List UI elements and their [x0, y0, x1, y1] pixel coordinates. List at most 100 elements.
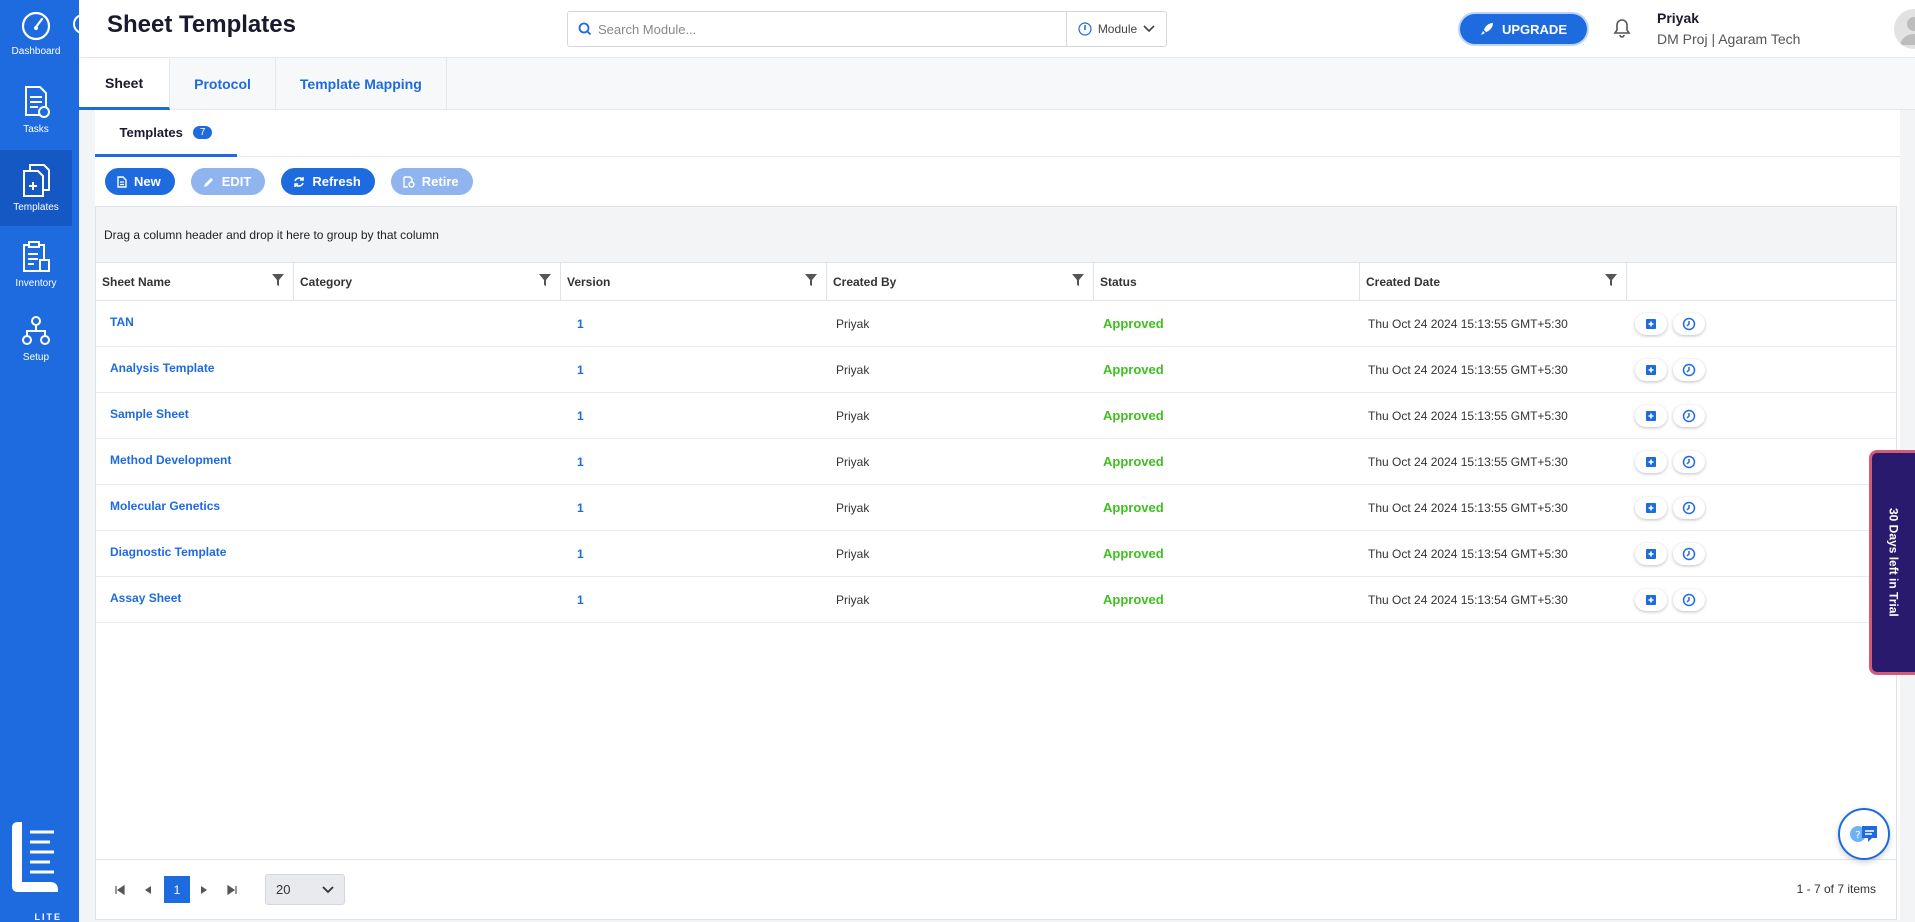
created-date-cell: Thu Oct 24 2024 15:13:54 GMT+5:30 [1368, 592, 1568, 607]
column-header-category[interactable]: Category [294, 263, 561, 301]
page-size-value: 20 [276, 882, 291, 897]
column-header-created-by[interactable]: Created By [827, 263, 1094, 301]
avatar[interactable] [1894, 9, 1915, 49]
tab-protocol[interactable]: Protocol [170, 58, 276, 110]
created-date-cell: Thu Oct 24 2024 15:13:55 GMT+5:30 [1368, 408, 1568, 423]
first-page-icon[interactable] [114, 884, 126, 896]
filter-icon[interactable] [271, 273, 285, 287]
actions-cell [1627, 347, 1887, 393]
trial-banner[interactable]: 30 Days left in Trial [1869, 450, 1915, 675]
sheet-name-link[interactable]: TAN [96, 301, 294, 347]
actions-cell [1627, 301, 1887, 347]
filter-icon[interactable] [1071, 273, 1085, 287]
retire-icon [403, 175, 415, 188]
add-document-icon [1646, 318, 1656, 329]
count-badge: 7 [192, 125, 213, 139]
next-page-icon[interactable] [198, 884, 210, 896]
clipboard-icon [23, 241, 50, 272]
column-header-label: Created By [833, 275, 897, 289]
module-dropdown[interactable]: Module [1066, 12, 1166, 46]
history-icon [1682, 547, 1696, 560]
add-to-sheet-button[interactable] [1635, 312, 1667, 335]
sidebar-item-templates[interactable]: Templates [0, 150, 72, 226]
help-chat-button[interactable]: ? [1838, 808, 1890, 860]
filter-icon[interactable] [804, 273, 818, 287]
tab-templates[interactable]: Templates 7 [95, 110, 237, 157]
column-header-sheet-name[interactable]: Sheet Name [96, 263, 294, 301]
version-cell: 1 [577, 316, 584, 331]
version-cell: 1 [577, 592, 584, 607]
search-input[interactable] [598, 14, 1066, 44]
sidebar-item-dashboard[interactable]: Dashboard [0, 10, 72, 80]
version-history-button[interactable] [1673, 542, 1705, 565]
pager: 1 20 1 - 7 of 7 items [96, 859, 1896, 919]
add-to-sheet-button[interactable] [1635, 358, 1667, 381]
sidebar-item-inventory[interactable]: Inventory [0, 240, 72, 310]
page-size-select[interactable]: 20 [265, 874, 345, 905]
status-cell: Approved [1103, 500, 1164, 515]
sidebar-item-label: Inventory [15, 278, 57, 289]
table-row[interactable]: Diagnostic Template 1 Priyak Approved Thu Oc… [96, 531, 1896, 577]
group-drop-area[interactable]: Drag a column header and drop it here to… [96, 207, 1896, 263]
version-history-button[interactable] [1673, 358, 1705, 381]
new-button[interactable]: New [105, 168, 175, 195]
column-header-status[interactable]: Status [1094, 263, 1360, 301]
version-history-button[interactable] [1673, 450, 1705, 473]
sheet-name-link[interactable]: Diagnostic Template [96, 531, 294, 577]
add-to-sheet-button[interactable] [1635, 542, 1667, 565]
filter-icon[interactable] [1604, 273, 1618, 287]
upgrade-label: UPGRADE [1501, 21, 1567, 37]
document-icon [25, 86, 50, 118]
sidebar-item-label: Setup [22, 352, 50, 363]
version-history-button[interactable] [1673, 588, 1705, 611]
table-row[interactable]: Analysis Template 1 Priyak Approved Thu Oct … [96, 347, 1896, 393]
sheet-name-link[interactable]: Sample Sheet [96, 393, 294, 439]
sidebar-item-tasks[interactable]: Tasks [0, 84, 72, 154]
retire-button[interactable]: Retire [390, 168, 473, 195]
version-history-button[interactable] [1673, 404, 1705, 427]
header: Sheet Templates Module UPGRADE Priyak DM… [79, 0, 1915, 58]
add-to-sheet-button[interactable] [1635, 404, 1667, 427]
search-box: Module [567, 11, 1167, 47]
refresh-icon [294, 176, 305, 187]
column-header-created-date[interactable]: Created Date [1360, 263, 1627, 301]
add-to-sheet-button[interactable] [1635, 588, 1667, 611]
current-page-button[interactable]: 1 [164, 876, 190, 903]
column-header-version[interactable]: Version [561, 263, 827, 301]
table-row[interactable]: Assay Sheet 1 Priyak Approved Thu Oct 24 202… [96, 577, 1896, 623]
sheet-name-link[interactable]: Analysis Template [96, 347, 294, 393]
bell-icon[interactable] [1613, 18, 1631, 38]
version-history-button[interactable] [1673, 496, 1705, 519]
table-row[interactable]: Molecular Genetics 1 Priyak Approved Thu Oct… [96, 485, 1896, 531]
history-icon [1682, 409, 1696, 422]
add-to-sheet-button[interactable] [1635, 496, 1667, 519]
sheet-name-link[interactable]: Method Development [96, 439, 294, 485]
prev-page-icon[interactable] [142, 884, 154, 896]
edit-label: EDIT [221, 174, 252, 189]
add-document-icon [1646, 594, 1656, 605]
created-by-cell: Priyak [836, 500, 870, 515]
svg-text:?: ? [1855, 830, 1860, 841]
sheet-name-link[interactable]: Assay Sheet [96, 577, 294, 623]
table-row[interactable]: Method Development 1 Priyak Approved Thu Oct… [96, 439, 1896, 485]
sidebar-item-setup[interactable]: Setup [0, 314, 72, 384]
table-row[interactable]: Sample Sheet 1 Priyak Approved Thu Oct 24 20… [96, 393, 1896, 439]
tab-template-mapping[interactable]: Template Mapping [276, 58, 447, 110]
retire-label: Retire [421, 174, 459, 189]
table-row[interactable]: TAN 1 Priyak Approved Thu Oct 24 2024 15:13:… [96, 301, 1896, 347]
status-cell: Approved [1103, 408, 1164, 423]
edit-button[interactable]: EDIT [190, 168, 266, 195]
created-by-cell: Priyak [836, 408, 870, 423]
tab-sheet[interactable]: Sheet [79, 58, 171, 110]
main-tabs: Sheet Protocol Template Mapping [79, 58, 1915, 110]
upgrade-button[interactable]: UPGRADE [1460, 14, 1587, 44]
history-icon [1682, 317, 1696, 330]
last-page-icon[interactable] [226, 884, 238, 896]
filter-icon[interactable] [538, 273, 552, 287]
version-history-button[interactable] [1673, 312, 1705, 335]
file-icon [117, 175, 127, 188]
add-to-sheet-button[interactable] [1635, 450, 1667, 473]
column-header-label: Category [300, 275, 353, 289]
sheet-name-link[interactable]: Molecular Genetics [96, 485, 294, 531]
refresh-button[interactable]: Refresh [281, 168, 375, 195]
